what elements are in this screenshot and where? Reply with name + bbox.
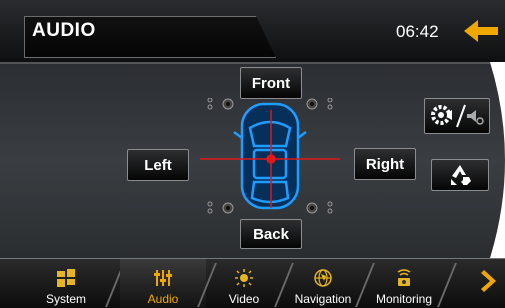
- tab-video[interactable]: Video: [210, 259, 278, 308]
- audio-screen: AUDIO 06:42 Front Back Left Right System…: [0, 0, 505, 308]
- reset-button[interactable]: [431, 159, 489, 191]
- tab-label-navigation: Navigation: [294, 292, 352, 306]
- right-button[interactable]: Right: [354, 148, 416, 180]
- tab-label-video: Video: [228, 292, 260, 306]
- car-balance-diagram[interactable]: [200, 98, 340, 218]
- system-icon: [57, 269, 75, 287]
- camera-icon: [397, 269, 411, 286]
- speaker-front-right-icon: [306, 98, 333, 110]
- chevron-right-icon[interactable]: [480, 268, 500, 294]
- left-button[interactable]: Left: [127, 149, 189, 181]
- tab-audio[interactable]: Audio: [120, 259, 206, 308]
- front-button[interactable]: Front: [240, 67, 302, 99]
- globe-icon: [314, 269, 332, 287]
- tab-label-audio: Audio: [147, 292, 179, 306]
- page-title: AUDIO: [32, 20, 96, 41]
- recycle-icon: [451, 165, 471, 185]
- clock: 06:42: [396, 22, 439, 41]
- bottom-navigation: System Audio Video Navigation Monitoring: [0, 258, 505, 308]
- equalizer-icon: [154, 270, 172, 286]
- settings-mute-icon: [431, 104, 484, 128]
- tab-navigation[interactable]: Navigation: [286, 259, 360, 308]
- tab-system[interactable]: System: [22, 259, 110, 308]
- speaker-rear-right-icon: [306, 201, 333, 214]
- speaker-rear-left-icon: [207, 201, 234, 214]
- tab-label-monitoring: Monitoring: [375, 292, 433, 306]
- tab-monitoring[interactable]: Monitoring: [368, 259, 440, 308]
- sun-icon: [235, 269, 253, 287]
- header-bar: AUDIO 06:42: [0, 0, 505, 62]
- speaker-front-left-icon: [207, 98, 234, 110]
- settings-mute-button[interactable]: [424, 98, 490, 134]
- tab-label-system: System: [45, 292, 86, 306]
- back-button[interactable]: Back: [240, 219, 302, 249]
- back-arrow-icon[interactable]: [462, 16, 502, 46]
- tab-separator: [437, 263, 457, 307]
